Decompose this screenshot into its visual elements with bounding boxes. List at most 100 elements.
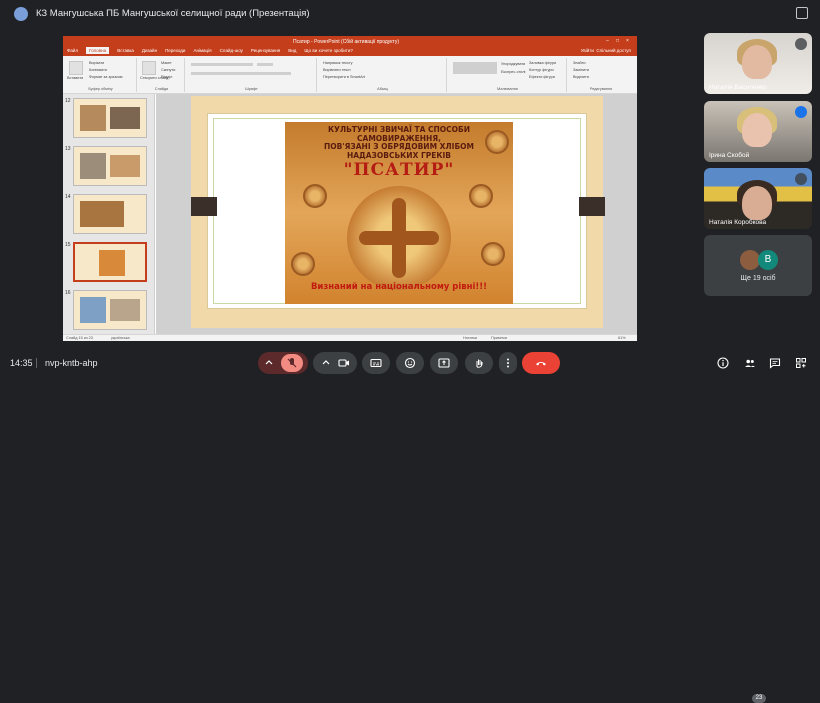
current-slide[interactable]: КУЛЬТУРНІ ЗВИЧАЇ ТА СПОСОБИ САМОВИРАЖЕНН… [191,96,605,328]
tab-home[interactable]: Головна [86,47,110,54]
thumb-image [110,107,140,129]
info-icon[interactable] [717,357,729,369]
thumb-number: 15 [65,242,71,248]
camera-toggle-button[interactable] [313,352,357,374]
group-slides: Створити слайд Макет Скинути Розділ Слай… [139,58,185,92]
more-participants-tile[interactable]: В Ще 19 осіб [704,235,812,296]
present-screen-icon[interactable] [438,357,450,369]
replace-button[interactable]: Замінити [573,68,589,72]
participant-tile[interactable]: Ірина Скобой [704,101,812,162]
activities-button[interactable] [792,354,810,372]
more-vert-icon[interactable] [502,357,514,369]
shape-outline-button[interactable]: Контур фігури [529,68,554,72]
thumbnail-slide[interactable] [73,290,147,330]
thumbnail-slide-selected[interactable] [73,242,147,282]
cut-button[interactable]: Вирізати [89,61,104,65]
reset-button[interactable]: Скинути [161,68,175,72]
participants-count-badge: 23 [752,694,766,703]
font-name-field[interactable] [191,63,253,66]
raise-hand-button[interactable] [465,352,493,374]
font-size-field[interactable] [257,63,273,66]
text-direction-button[interactable]: Напрямок тексту [323,61,353,65]
format-painter-button[interactable]: Формат за зразком [89,75,123,79]
section-button[interactable]: Розділ [161,75,172,79]
reactions-button[interactable] [396,352,424,374]
ribbon: Вставити Вирізати Копіювати Формат за зр… [63,56,637,94]
emoji-icon[interactable] [404,357,416,369]
close-icon[interactable]: × [624,38,631,44]
chevron-up-icon[interactable] [263,357,275,369]
thumb-number: 14 [65,194,71,200]
activities-icon[interactable] [795,357,807,369]
thumbnail-slide[interactable] [73,98,147,138]
align-text-button[interactable]: Вирівняти текст [323,68,351,72]
meeting-details-button[interactable] [714,354,732,372]
tab-animations[interactable]: Анімація [193,48,211,54]
more-options-button[interactable] [499,352,517,374]
thumbnail-slide[interactable] [73,194,147,234]
comments-button[interactable]: Примітки [491,336,507,340]
minimize-icon[interactable]: – [604,38,611,44]
hangup-icon[interactable] [535,357,547,369]
find-button[interactable]: Знайти [573,61,585,65]
thumb-image [80,153,106,179]
tab-design[interactable]: Дизайн [142,48,157,54]
layout-button[interactable]: Макет [161,61,172,65]
slide-footer: Визнаний на національному рівні!!! [310,282,488,292]
tab-review[interactable]: Рецензування [251,48,280,54]
chevron-up-icon[interactable] [320,357,332,369]
paste-label[interactable]: Вставити [67,76,83,80]
new-slide-icon[interactable] [142,61,156,75]
copy-button[interactable]: Копіювати [89,68,107,72]
people-button[interactable] [741,354,759,372]
camera-icon[interactable] [338,357,350,369]
sign-in-link[interactable]: Увійти [581,48,594,53]
zoom-level[interactable]: 61% [618,336,626,340]
mic-toggle-button[interactable] [258,352,308,374]
group-editing: Знайти Замінити Виділити Редагування [569,58,633,92]
tab-slideshow[interactable]: Слайд-шоу [220,48,243,54]
present-button[interactable] [430,352,458,374]
slide-thumbnails[interactable]: 12 13 14 15 16 [63,94,155,334]
shapes-gallery[interactable] [453,62,497,74]
language-indicator[interactable]: українська [111,336,130,340]
fullscreen-icon[interactable] [796,7,808,19]
thumb-image [99,250,125,276]
arrange-button[interactable]: Упорядкувати [501,62,525,66]
ppt-titlebar: Псатир - PowerPoint (Сбій активації прод… [63,36,637,56]
shape-fill-button[interactable]: Заливка фігури [529,61,556,65]
hand-icon[interactable] [473,357,485,369]
people-icon[interactable] [744,357,756,369]
tab-insert[interactable]: Вставка [117,48,134,54]
call-controls-bar: 14:35 nvp-kntb-ahp 23 [0,348,820,703]
chat-icon[interactable] [769,357,781,369]
leave-call-button[interactable] [522,352,560,374]
thumb-image [110,155,140,177]
quick-styles-button[interactable]: Експрес-стилі [501,70,525,74]
paste-icon[interactable] [69,61,83,75]
tab-view[interactable]: Вид [288,48,296,54]
notes-button[interactable]: Нотатки [463,336,477,340]
slide-heading-line2: ПОВ'ЯЗАНІ З ОБРЯДОВИМ ХЛІБОМ НАДАЗОВСЬКИ… [323,142,475,160]
shape-effects-button[interactable]: Ефекти фігури [529,75,555,79]
maximize-icon[interactable]: □ [614,38,621,44]
share-label[interactable]: Спільний доступ [596,48,631,53]
participant-tile[interactable]: Наталія Василенко [704,33,812,94]
group-label-drawing: Малювання [497,87,518,91]
share-button[interactable]: Увійти Спільний доступ [581,48,631,53]
bread-cross-vertical [392,198,406,278]
select-button[interactable]: Виділити [573,75,589,79]
slide-heading: КУЛЬТУРНІ ЗВИЧАЇ ТА СПОСОБИ САМОВИРАЖЕНН… [291,125,507,161]
mic-off-icon[interactable] [281,354,303,372]
tab-transitions[interactable]: Переходи [165,48,185,54]
chat-button[interactable] [766,354,784,372]
avatar [740,250,760,270]
font-format-row[interactable] [191,72,291,75]
smartart-button[interactable]: Перетворити в SmartArt [323,75,365,79]
tab-file[interactable]: Файл [67,48,78,54]
captions-icon[interactable] [370,357,382,369]
captions-button[interactable] [362,352,390,374]
tell-me-box[interactable]: Що ви хочете зробити? [304,48,352,54]
thumbnail-slide[interactable] [73,146,147,186]
participant-tile[interactable]: Наталія Коробкова [704,168,812,229]
